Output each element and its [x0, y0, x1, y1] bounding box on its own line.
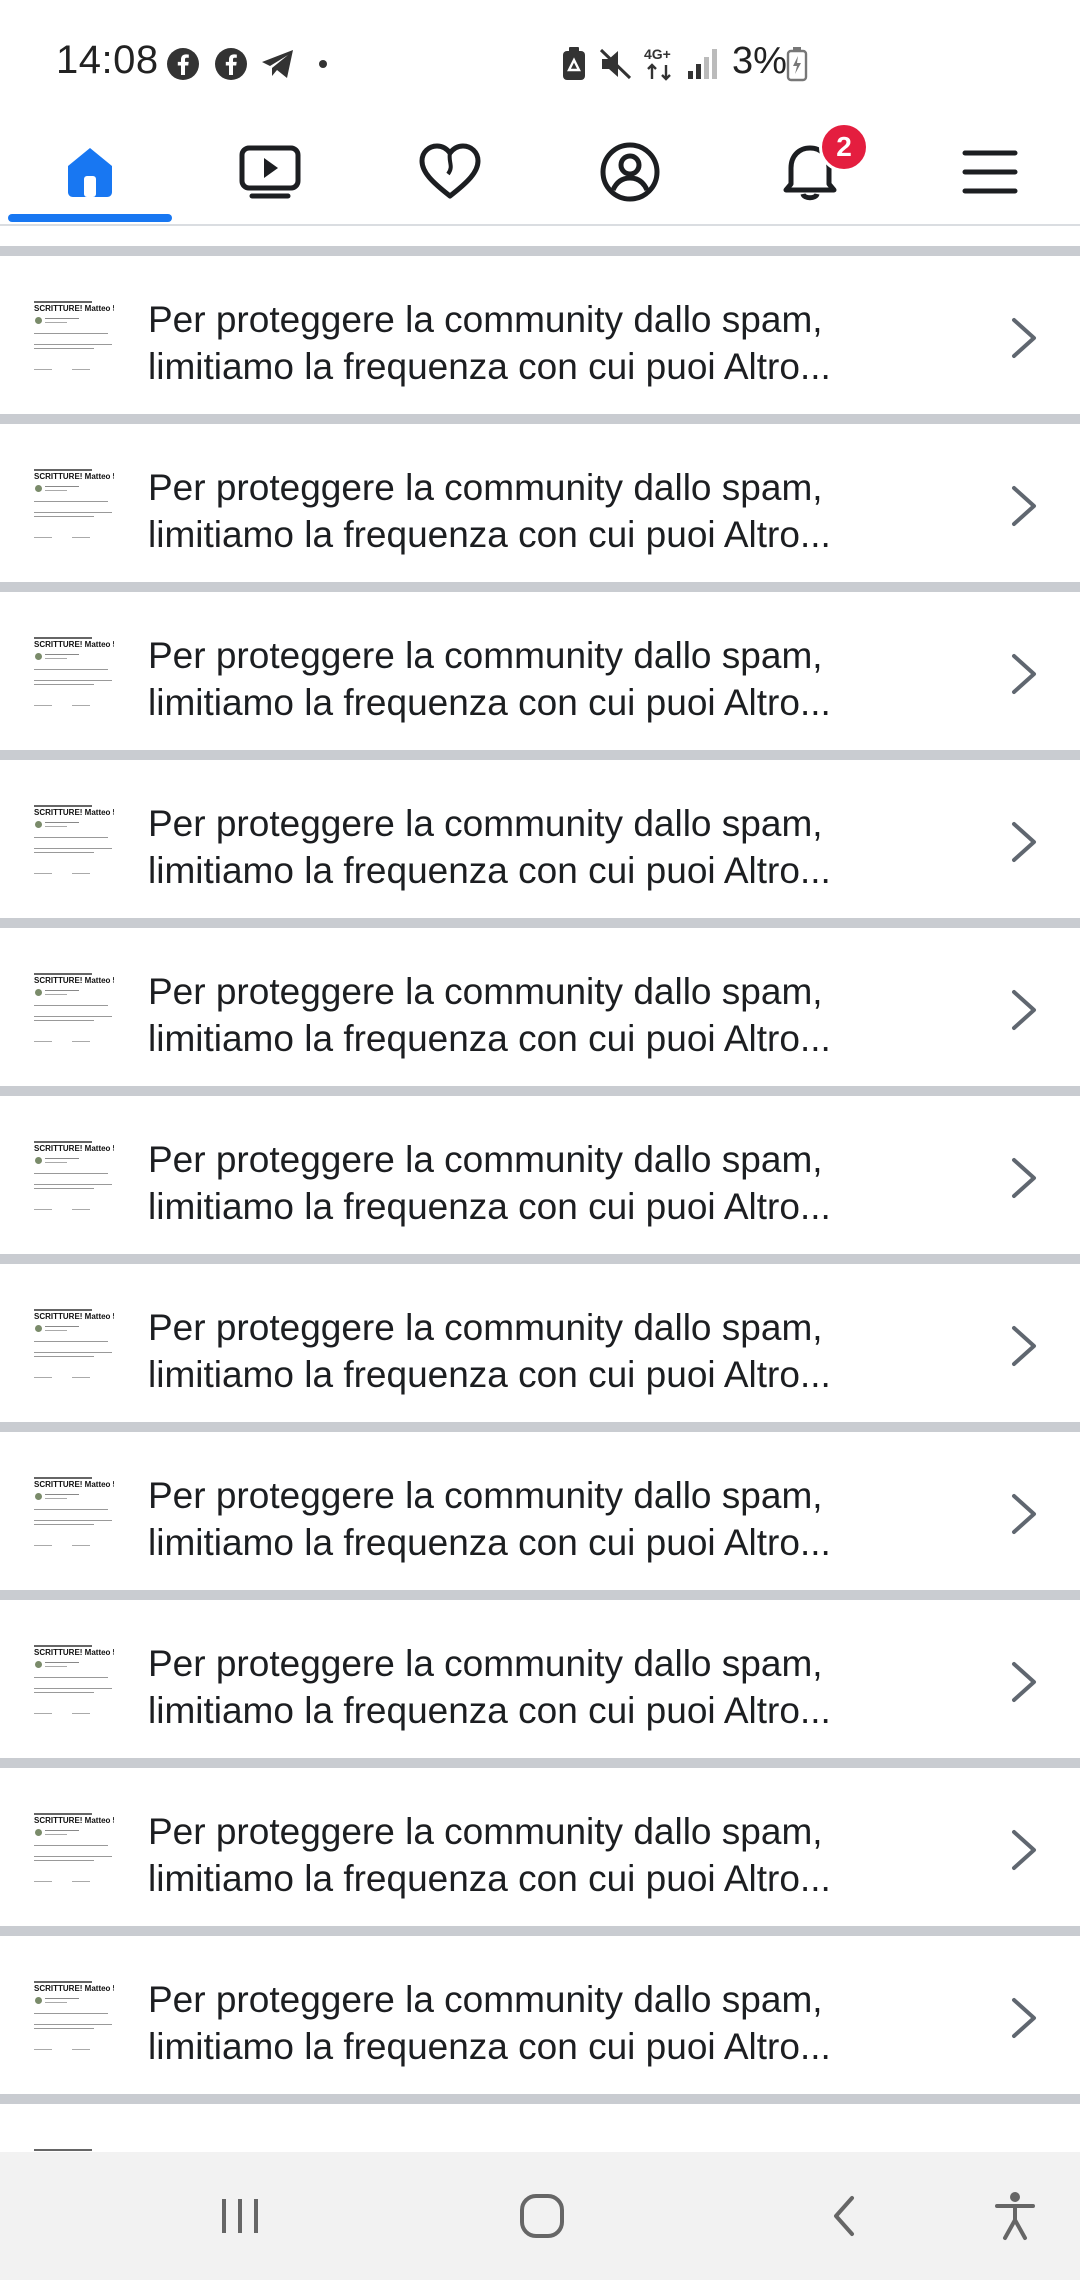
list-item-text: Per proteggere la community dallo spam, … — [148, 635, 831, 723]
thumbnail-title: SCRITTURE! Matteo 5! — [34, 976, 114, 985]
thumbnail-title: SCRITTURE! Matteo 5! — [34, 640, 114, 649]
post-thumbnail: SCRITTURE! Matteo 5! — [32, 1812, 114, 1888]
thumbnail-title: SCRITTURE! Matteo 5! — [34, 1816, 114, 1825]
status-bar: 14:08 4G+ 3% — [0, 0, 1080, 120]
post-thumbnail: SCRITTURE! Matteo 5! — [32, 1476, 114, 1552]
post-thumbnail: SCRITTURE! Matteo 5! — [32, 636, 114, 712]
active-tab-indicator — [8, 214, 172, 222]
list-item-text: Per proteggere la community dallo spam, … — [148, 1475, 831, 1563]
chevron-right-icon[interactable] — [1004, 650, 1044, 698]
back-icon — [834, 2196, 854, 2236]
list-item[interactable]: SCRITTURE! Matteo 5! Per proteggere la c… — [0, 1096, 1080, 1254]
list-item-text: Per proteggere la community dallo spam, … — [148, 1979, 831, 2067]
tab-menu[interactable] — [900, 120, 1080, 224]
post-thumbnail: SCRITTURE! Matteo 5! — [32, 804, 114, 880]
list-item-text: Per proteggere la community dallo spam, … — [148, 1811, 831, 1899]
list-item[interactable]: SCRITTURE! Matteo 5! Per proteggere la c… — [0, 1432, 1080, 1590]
thumbnail-title: SCRITTURE! Matteo 5! — [34, 808, 114, 817]
post-thumbnail: SCRITTURE! Matteo 5! — [32, 1140, 114, 1216]
chevron-right-icon[interactable] — [1004, 1154, 1044, 1202]
mute-icon — [598, 44, 634, 84]
list-item[interactable]: SCRITTURE! Matteo 5! Per proteggere la c… — [0, 928, 1080, 1086]
list-item-text: Per proteggere la community dallo spam, … — [148, 467, 831, 555]
post-thumbnail: SCRITTURE! Matteo 5! — [32, 468, 114, 544]
chevron-right-icon[interactable] — [1004, 1490, 1044, 1538]
post-thumbnail: SCRITTURE! Matteo 5! — [32, 972, 114, 1048]
list-item-text: Per proteggere la community dallo spam, … — [148, 1139, 831, 1227]
accessibility-button[interactable] — [975, 2182, 1055, 2250]
video-icon — [239, 145, 301, 199]
chevron-right-icon[interactable] — [1004, 818, 1044, 866]
chevron-right-icon[interactable] — [1004, 986, 1044, 1034]
battery-percent: 3% — [732, 40, 787, 82]
list-item[interactable]: SCRITTURE! Matteo 5! Per proteggere la c… — [0, 760, 1080, 918]
recent-apps-button[interactable] — [200, 2182, 280, 2250]
battery-saver-icon — [560, 44, 588, 84]
list-item[interactable]: SCRITTURE! Matteo 5! Per proteggere la c… — [0, 1600, 1080, 1758]
chevron-right-icon[interactable] — [1004, 1994, 1044, 2042]
battery-charging-icon — [786, 44, 808, 84]
chevron-right-icon[interactable] — [1004, 482, 1044, 530]
list-item-text: Per proteggere la community dallo spam, … — [148, 971, 831, 1059]
tab-notifications[interactable] — [720, 120, 900, 224]
top-nav — [0, 120, 1080, 226]
chevron-right-icon[interactable] — [1004, 1322, 1044, 1370]
chevron-right-icon[interactable] — [1004, 1658, 1044, 1706]
list-item[interactable]: SCRITTURE! Matteo 5! Per proteggere la c… — [0, 1936, 1080, 2094]
home-icon — [68, 148, 112, 197]
thumbnail-title: SCRITTURE! Matteo 5! — [34, 1648, 114, 1657]
telegram-icon — [260, 44, 296, 84]
thumbnail-title: SCRITTURE! Matteo 5! — [34, 472, 114, 481]
thumbnail-title: SCRITTURE! Matteo 5! — [34, 304, 114, 313]
post-thumbnail: SCRITTURE! Matteo 5! — [32, 300, 114, 376]
notification-badge: 2 — [819, 122, 869, 172]
list-item-text: Per proteggere la community dallo spam, … — [148, 2144, 938, 2152]
list-item[interactable]: SCRITTURE! Matteo 5! Per proteggere la c… — [0, 256, 1080, 414]
tab-home[interactable] — [0, 120, 180, 224]
thumbnail-title: SCRITTURE! Matteo 5! — [34, 1144, 114, 1153]
post-thumbnail: SCRITTURE! Matteo 5! — [32, 1980, 114, 2056]
system-nav-bar — [0, 2152, 1080, 2280]
chevron-right-icon[interactable] — [1004, 314, 1044, 362]
tab-video[interactable] — [180, 120, 360, 224]
chevron-right-icon[interactable] — [1004, 1826, 1044, 1874]
list-item[interactable]: SCRITTURE! Matteo 5! Per proteggere la c… — [0, 1768, 1080, 1926]
dot-icon — [318, 44, 328, 84]
thumbnail-title: SCRITTURE! Matteo 5! — [34, 1312, 114, 1321]
list-item-text: Per proteggere la community dallo spam, … — [148, 1307, 831, 1395]
list-item-text: Per proteggere la community dallo spam, … — [148, 1643, 831, 1731]
back-button[interactable] — [804, 2182, 884, 2250]
list-item[interactable]: SCRITTURE! Matteo 5! Per proteggere la c… — [0, 1264, 1080, 1422]
post-thumbnail: SCRITTURE! Matteo 5! — [32, 1644, 114, 1720]
facebook-icon — [166, 44, 200, 84]
4g-plus-icon: 4G+ — [642, 44, 682, 84]
signal-icon — [686, 44, 718, 84]
notification-list: SCRITTURE! Matteo 5! Per proteggere la c… — [0, 246, 1080, 2152]
recent-apps-icon — [222, 2199, 258, 2233]
profile-icon — [600, 142, 660, 202]
menu-icon — [962, 150, 1018, 194]
heart-icon — [419, 143, 481, 199]
facebook-icon — [214, 44, 248, 84]
thumbnail-title: SCRITTURE! Matteo 5! — [34, 1984, 114, 1993]
list-item[interactable]: SCRITTURE! Matteo 5! Per proteggere la c… — [0, 592, 1080, 750]
list-item-text: Per proteggere la community dallo spam, … — [148, 803, 831, 891]
list-item-text: Per proteggere la community dallo spam, … — [148, 299, 831, 387]
status-time: 14:08 — [56, 38, 159, 82]
list-item[interactable]: SCRITTURE! Matteo 5! Per proteggere la c… — [0, 2104, 1080, 2152]
accessibility-icon — [995, 2192, 1035, 2240]
tab-profile[interactable] — [540, 120, 720, 224]
home-button[interactable] — [502, 2182, 582, 2250]
home-circle-icon — [520, 2194, 564, 2238]
tab-dating[interactable] — [360, 120, 540, 224]
list-item[interactable]: SCRITTURE! Matteo 5! Per proteggere la c… — [0, 424, 1080, 582]
thumbnail-title: SCRITTURE! Matteo 5! — [34, 1480, 114, 1489]
svg-text:4G+: 4G+ — [644, 46, 671, 62]
post-thumbnail: SCRITTURE! Matteo 5! — [32, 1308, 114, 1384]
